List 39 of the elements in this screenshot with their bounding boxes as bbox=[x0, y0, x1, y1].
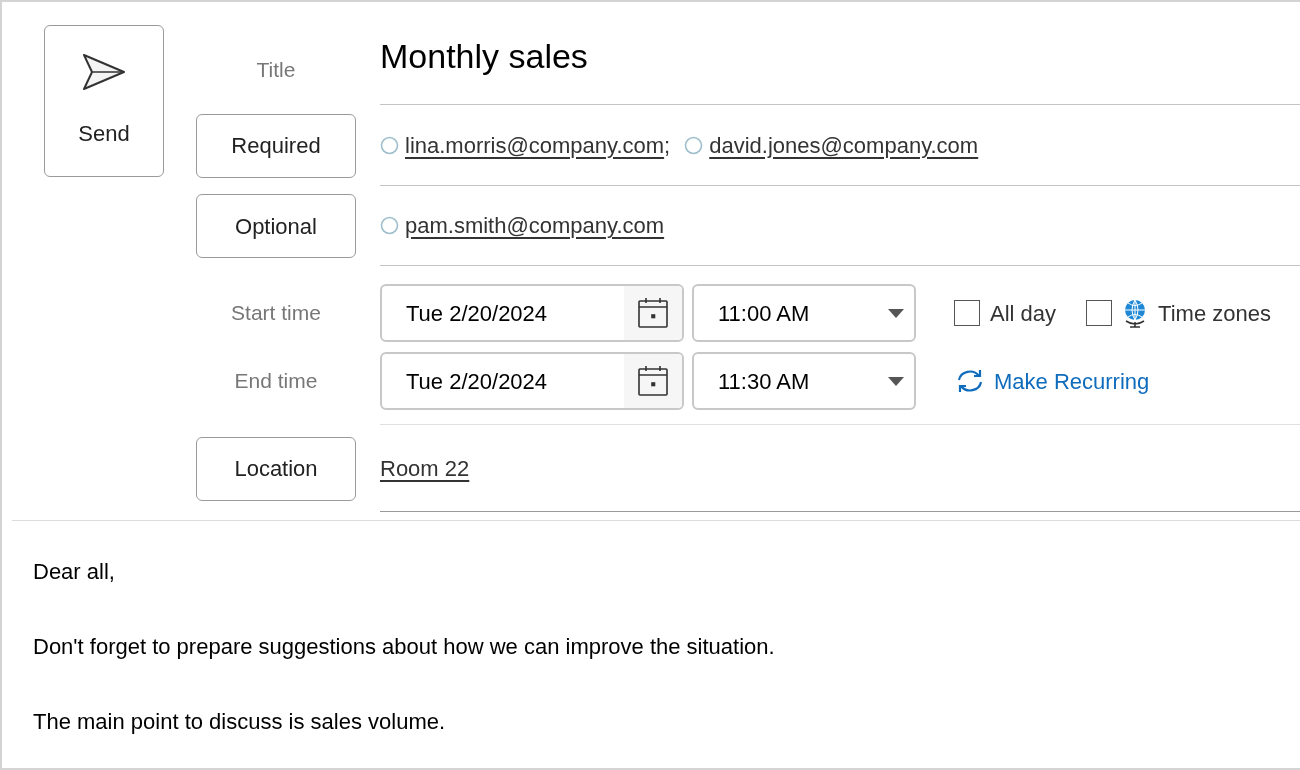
calendar-icon bbox=[637, 297, 669, 329]
calendar-icon bbox=[637, 365, 669, 397]
caret-icon bbox=[888, 308, 904, 318]
body-paragraph: The main point to discuss is sales volume. bbox=[33, 709, 447, 735]
field-label: Title bbox=[255, 57, 297, 83]
date-value: Tue 2/20/2024 bbox=[405, 367, 549, 396]
calendar-button[interactable] bbox=[624, 286, 682, 340]
location-link[interactable]: Room 22 bbox=[380, 451, 470, 485]
send-icon bbox=[82, 52, 126, 91]
title-field[interactable]: Monthly sales bbox=[380, 31, 588, 82]
label-button[interactable]: Optional bbox=[196, 194, 356, 258]
time-dropdown[interactable]: 11:00 AM bbox=[692, 284, 916, 342]
time-value: 11:00 AM bbox=[717, 299, 811, 328]
date-value: Tue 2/20/2024 bbox=[405, 299, 549, 328]
label-button[interactable]: Location bbox=[196, 436, 356, 501]
label-button[interactable]: Required bbox=[196, 113, 356, 178]
field-label: Start time bbox=[230, 300, 322, 327]
caret-icon bbox=[888, 376, 904, 386]
status-circle-icon bbox=[380, 216, 399, 235]
checkbox[interactable] bbox=[954, 300, 980, 326]
send-button[interactable]: Send bbox=[44, 25, 164, 177]
checkbox[interactable] bbox=[1086, 300, 1113, 326]
make-recurring-link[interactable]: Make Recurring bbox=[954, 352, 1271, 410]
checkbox-label: All day bbox=[990, 299, 1057, 328]
body-paragraph: Don't forget to prepare suggestions about how we can improve the situation. bbox=[33, 634, 776, 660]
attendee-link[interactable]: pam.smith@company.com bbox=[405, 209, 665, 242]
body-paragraph: Dear all, bbox=[33, 559, 116, 585]
checkbox-label: Time zones bbox=[1158, 299, 1271, 328]
separator-text: ; bbox=[664, 131, 671, 160]
date-field[interactable]: Tue 2/20/2024 bbox=[380, 352, 684, 410]
date-field[interactable]: Tue 2/20/2024 bbox=[380, 284, 684, 342]
field-label: End time bbox=[233, 368, 319, 395]
status-circle-icon bbox=[684, 135, 704, 155]
time-value: 11:30 AM bbox=[717, 367, 811, 396]
calendar-button[interactable] bbox=[624, 354, 682, 408]
attendee-link[interactable]: lina.morris@company.com bbox=[405, 128, 665, 162]
attendee-link[interactable]: david.jones@company.com bbox=[709, 128, 979, 162]
status-circle-icon bbox=[380, 135, 399, 155]
time-dropdown[interactable]: 11:30 AM bbox=[692, 352, 916, 410]
